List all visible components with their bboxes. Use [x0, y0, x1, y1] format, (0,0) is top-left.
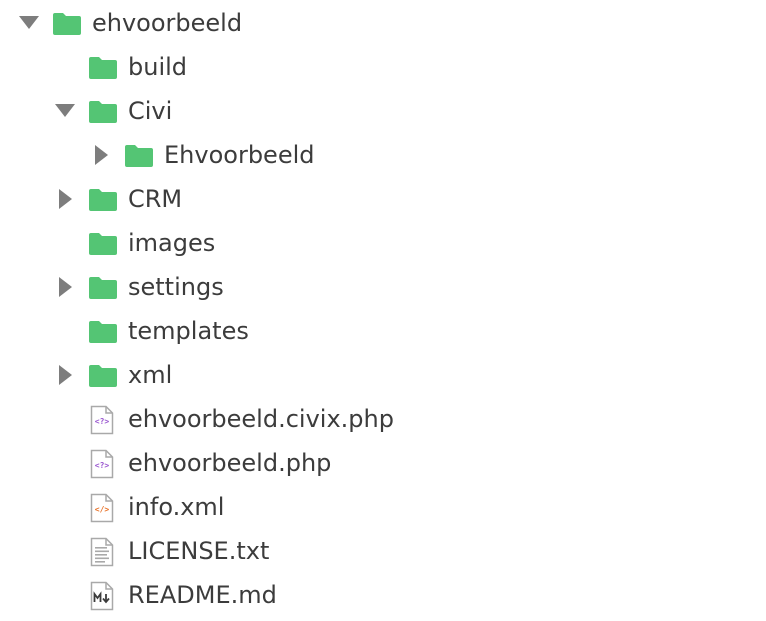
tree-item-xml[interactable]: xml	[0, 353, 766, 397]
folder-icon	[125, 145, 153, 167]
tree-item-label: templates	[128, 317, 249, 345]
caret-right-icon[interactable]	[53, 188, 77, 210]
text-file-icon	[90, 537, 114, 567]
tree-item-label: xml	[128, 361, 173, 389]
folder-icon	[89, 233, 117, 255]
tree-item-ehvoorbeeld-php[interactable]: <?> ehvoorbeeld.php	[0, 441, 766, 485]
tree-item-settings[interactable]: settings	[0, 265, 766, 309]
file-tree: ehvoorbeeld build Civi Ehvoorbeeld CRM i…	[0, 0, 766, 621]
tree-item-info-xml[interactable]: </> info.xml	[0, 485, 766, 529]
tree-item-ehvoorbeeld-civix-php[interactable]: <?> ehvoorbeeld.civix.php	[0, 397, 766, 441]
tree-item-license-txt[interactable]: LICENSE.txt	[0, 529, 766, 573]
tree-item-label: build	[128, 53, 188, 81]
xml-file-icon: </>	[90, 493, 114, 523]
folder-icon	[89, 101, 117, 123]
svg-text:<?>: <?>	[95, 417, 110, 426]
tree-item-build[interactable]: build	[0, 45, 766, 89]
caret-right-icon[interactable]	[89, 144, 113, 166]
tree-item-label: Civi	[128, 97, 173, 125]
tree-item-crm[interactable]: CRM	[0, 177, 766, 221]
tree-item-label: LICENSE.txt	[128, 537, 270, 565]
tree-item-label: CRM	[128, 185, 183, 213]
tree-item-civi[interactable]: Civi	[0, 89, 766, 133]
folder-icon	[89, 189, 117, 211]
tree-item-label: ehvoorbeeld.civix.php	[128, 405, 394, 433]
caret-right-icon[interactable]	[53, 364, 77, 386]
php-file-icon: <?>	[90, 405, 114, 435]
svg-text:</>: </>	[95, 505, 110, 514]
folder-icon	[89, 277, 117, 299]
tree-item-label: README.md	[128, 581, 277, 609]
tree-item-ehvoorbeeld[interactable]: ehvoorbeeld	[0, 1, 766, 45]
markdown-file-icon	[90, 581, 114, 611]
folder-icon	[89, 365, 117, 387]
php-file-icon: <?>	[90, 449, 114, 479]
folder-icon	[89, 321, 117, 343]
tree-item-label: ehvoorbeeld	[92, 9, 243, 37]
tree-item-label: Ehvoorbeeld	[164, 141, 315, 169]
folder-icon	[89, 57, 117, 79]
svg-text:<?>: <?>	[95, 461, 110, 470]
tree-item-readme-md[interactable]: README.md	[0, 573, 766, 617]
tree-item-images[interactable]: images	[0, 221, 766, 265]
folder-icon	[53, 13, 81, 35]
caret-down-icon[interactable]	[17, 12, 41, 34]
tree-item-label: ehvoorbeeld.php	[128, 449, 332, 477]
tree-item-ehvoorbeeld-sub[interactable]: Ehvoorbeeld	[0, 133, 766, 177]
tree-item-label: info.xml	[128, 493, 225, 521]
tree-item-label: images	[128, 229, 216, 257]
caret-down-icon[interactable]	[53, 100, 77, 122]
tree-item-label: settings	[128, 273, 224, 301]
caret-right-icon[interactable]	[53, 276, 77, 298]
tree-item-templates[interactable]: templates	[0, 309, 766, 353]
